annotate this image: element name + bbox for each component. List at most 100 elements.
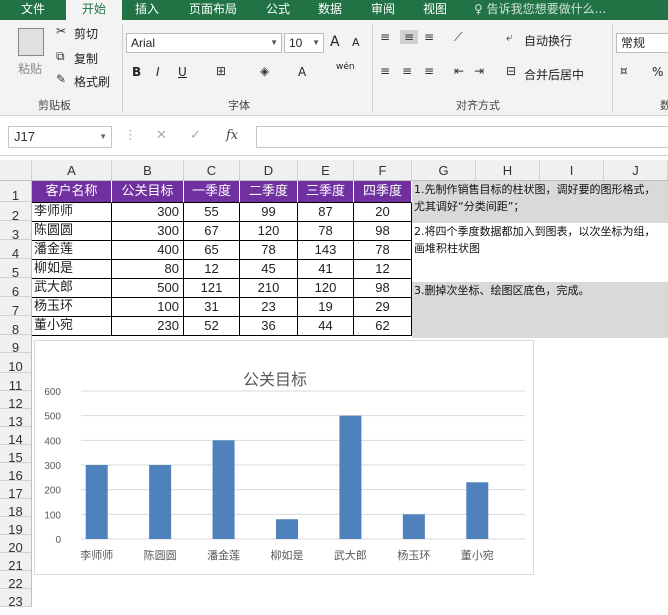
column-header[interactable]: D	[240, 160, 298, 181]
header-cell[interactable]: 一季度	[184, 181, 240, 203]
column-header[interactable]: B	[112, 160, 184, 181]
merge-center-icon[interactable]: ⊟	[506, 64, 516, 78]
note-cell[interactable]: 3.删掉次坐标、绘图区底色，完成。	[412, 282, 668, 338]
wrap-text-button[interactable]: 自动换行	[524, 32, 572, 49]
font-name-select[interactable]: Arial ▼	[126, 33, 282, 53]
customer-name-cell[interactable]: 潘金莲	[32, 241, 112, 260]
currency-icon[interactable]: ¤	[620, 64, 628, 78]
value-cell[interactable]: 19	[298, 298, 354, 317]
column-header[interactable]: I	[540, 160, 604, 181]
align-center-icon[interactable]: ≡	[402, 64, 412, 78]
row-header[interactable]: 22	[0, 571, 32, 591]
orientation-icon[interactable]: ⟋	[454, 30, 462, 45]
paste-button[interactable]: 粘贴	[18, 60, 42, 77]
header-cell[interactable]: 客户名称	[32, 181, 112, 203]
row-header[interactable]: 3	[0, 221, 32, 242]
tab-insert[interactable]: 插入	[124, 0, 170, 20]
spreadsheet-grid[interactable]: A B C D E F G H I J 1 2 3 4 5 6 7 8 9 10 11 12 13 14 1…	[0, 160, 668, 609]
underline-button[interactable]: U	[178, 65, 187, 79]
bar-chart[interactable]: 公关目标 0 100 200 300 400 500 600 李师师 陈圆圆 潘金莲 柳如是 武大郎 杨…	[34, 340, 534, 575]
customer-name-cell[interactable]: 李师师	[32, 203, 112, 222]
borders-icon[interactable]: ⊞	[216, 64, 226, 78]
row-header[interactable]: 17	[0, 481, 32, 501]
bar[interactable]	[212, 440, 235, 539]
number-format-select[interactable]: 常规	[616, 33, 668, 53]
row-header[interactable]: 8	[0, 316, 32, 337]
align-middle-icon[interactable]: ≡	[400, 30, 418, 44]
row-header[interactable]: 21	[0, 553, 32, 573]
row-header[interactable]: 23	[0, 589, 32, 609]
tab-view[interactable]: 视图	[412, 0, 458, 20]
column-header[interactable]: F	[354, 160, 412, 181]
copy-button[interactable]: 复制	[74, 50, 98, 67]
format-painter-button[interactable]: 格式刷	[74, 73, 110, 90]
value-cell[interactable]: 36	[240, 317, 298, 336]
row-header[interactable]: 20	[0, 535, 32, 555]
value-cell[interactable]: 78	[354, 241, 412, 260]
value-cell[interactable]: 29	[354, 298, 412, 317]
bar[interactable]	[402, 514, 425, 539]
align-left-icon[interactable]: ≡	[380, 64, 390, 78]
customer-name-cell[interactable]: 杨玉环	[32, 298, 112, 317]
value-cell[interactable]: 23	[240, 298, 298, 317]
format-painter-icon[interactable]: ✎	[56, 72, 66, 86]
font-size-select[interactable]: 10 ▼	[284, 33, 324, 53]
tab-formulas[interactable]: 公式	[256, 0, 300, 20]
column-header[interactable]: C	[184, 160, 240, 181]
italic-button[interactable]: I	[156, 65, 160, 79]
column-header[interactable]: J	[604, 160, 668, 181]
customer-name-cell[interactable]: 柳如是	[32, 260, 112, 279]
font-color-button[interactable]: A	[298, 65, 306, 79]
row-header[interactable]: 10	[0, 353, 32, 374]
row-header[interactable]: 6	[0, 278, 32, 299]
row-header[interactable]: 14	[0, 427, 32, 447]
value-cell[interactable]: 120	[298, 279, 354, 298]
value-cell[interactable]: 78	[240, 241, 298, 260]
note-cell[interactable]: 2.将四个季度数据都加入到图表，以次坐标为组，画堆积柱状图	[412, 223, 668, 263]
tab-file[interactable]: 文件	[8, 0, 58, 20]
value-cell[interactable]: 78	[298, 222, 354, 241]
value-cell[interactable]: 52	[184, 317, 240, 336]
value-cell[interactable]: 210	[240, 279, 298, 298]
formula-input[interactable]	[256, 126, 668, 148]
percent-button[interactable]: %	[652, 65, 663, 79]
name-box[interactable]: J17 ▼	[8, 126, 112, 148]
note-cell[interactable]: 1.先制作销售目标的柱状图，调好要的图形格式，尤其调好“分类间距”；	[412, 181, 668, 223]
row-header[interactable]: 9	[0, 335, 32, 355]
customer-name-cell[interactable]: 董小宛	[32, 317, 112, 336]
align-right-icon[interactable]: ≡	[424, 64, 434, 78]
customer-name-cell[interactable]: 武大郎	[32, 279, 112, 298]
row-header[interactable]: 7	[0, 297, 32, 318]
row-header[interactable]: 16	[0, 463, 32, 483]
column-header[interactable]: G	[412, 160, 476, 181]
copy-icon[interactable]: ⧉	[56, 49, 65, 64]
tell-me-box[interactable]: ♀ 告诉我您想要做什么...	[474, 0, 668, 20]
value-cell[interactable]: 300	[112, 203, 184, 222]
value-cell[interactable]: 45	[240, 260, 298, 279]
insert-function-button[interactable]: fx	[226, 128, 238, 143]
bold-button[interactable]: B	[132, 65, 141, 79]
fill-color-icon[interactable]: ◈	[260, 64, 269, 78]
tab-page-layout[interactable]: 页面布局	[178, 0, 248, 20]
value-cell[interactable]: 44	[298, 317, 354, 336]
tab-home[interactable]: 开始	[66, 0, 122, 20]
shrink-font-button[interactable]: A	[352, 36, 360, 49]
value-cell[interactable]: 400	[112, 241, 184, 260]
row-header[interactable]: 12	[0, 391, 32, 411]
value-cell[interactable]: 500	[112, 279, 184, 298]
value-cell[interactable]: 98	[354, 222, 412, 241]
cut-icon[interactable]: ✂	[56, 24, 66, 38]
value-cell[interactable]: 62	[354, 317, 412, 336]
row-header[interactable]: 18	[0, 499, 32, 519]
decrease-indent-icon[interactable]: ⇤	[454, 64, 464, 78]
value-cell[interactable]: 20	[354, 203, 412, 222]
paste-icon[interactable]	[18, 28, 44, 56]
enter-icon[interactable]: ✓	[190, 128, 201, 143]
value-cell[interactable]: 120	[240, 222, 298, 241]
tab-review[interactable]: 审阅	[360, 0, 406, 20]
align-bottom-icon[interactable]: ≡	[424, 30, 434, 44]
bar[interactable]	[276, 519, 298, 539]
column-header[interactable]: H	[476, 160, 540, 181]
row-header[interactable]: 19	[0, 517, 32, 537]
row-header[interactable]: 13	[0, 409, 32, 429]
